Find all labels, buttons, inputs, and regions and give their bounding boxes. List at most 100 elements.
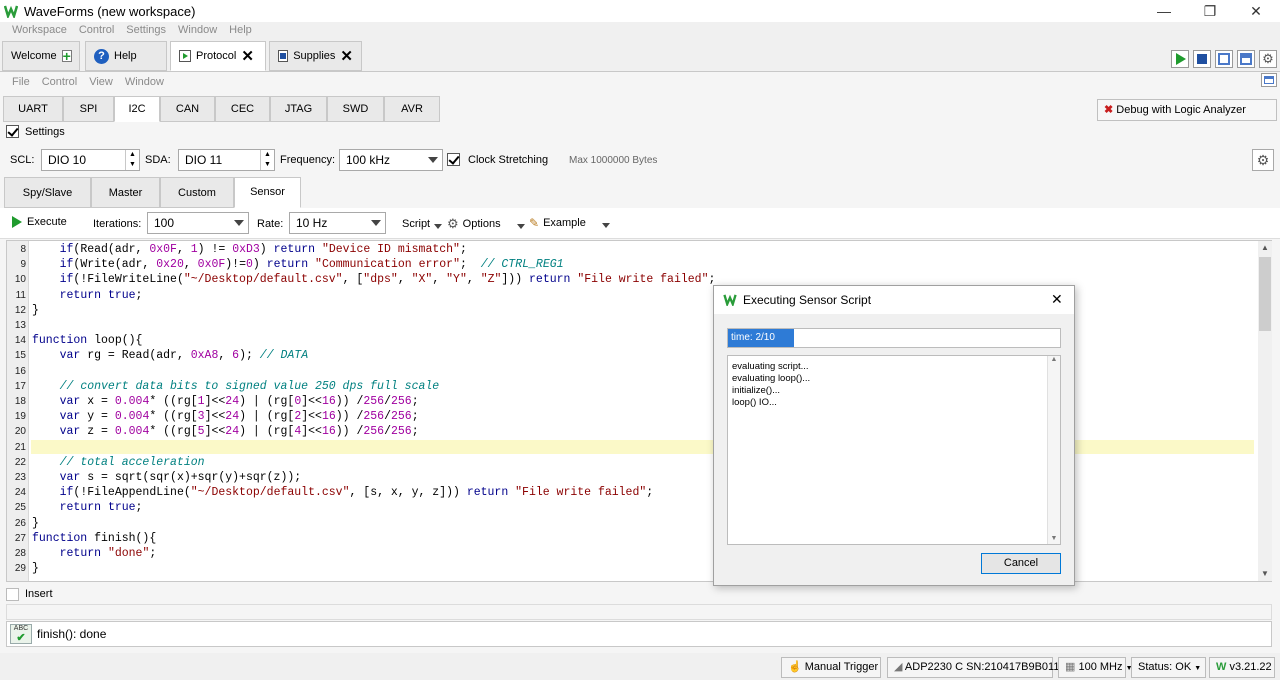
debug-logic-analyzer-button[interactable]: ✖ Debug with Logic Analyzer [1097, 99, 1277, 121]
cascade-button[interactable] [1215, 50, 1233, 68]
menu-workspace[interactable]: Workspace [6, 24, 73, 36]
scl-select[interactable]: DIO 10 ▲ ▼ [41, 149, 140, 171]
menu-control[interactable]: Control [36, 76, 83, 88]
tab-help[interactable]: ? Help [85, 41, 167, 71]
menu-file[interactable]: File [6, 76, 36, 88]
tab-cec[interactable]: CEC [215, 96, 270, 122]
tab-master[interactable]: Master [91, 177, 160, 208]
sda-spinner[interactable]: ▲ ▼ [260, 150, 274, 170]
scroll-up-icon[interactable]: ▲ [1048, 356, 1060, 363]
workspace-settings-button[interactable]: ⚙ [1259, 50, 1277, 68]
script-editor[interactable]: 8 if(Read(adr, 0x0F, 1) != 0xD3) return … [6, 240, 1272, 582]
device-settings-button[interactable]: ⚙ [1252, 149, 1274, 171]
close-tab-icon[interactable]: ✕ [241, 49, 254, 64]
insert-checkbox[interactable] [6, 587, 19, 601]
tab-custom[interactable]: Custom [160, 177, 234, 208]
menu-help[interactable]: Help [223, 24, 258, 36]
chevron-down-icon [434, 223, 443, 229]
code-line[interactable]: 9 if(Write(adr, 0x20, 0x0F)!=0) return "… [7, 257, 1254, 272]
tab-welcome[interactable]: Welcome + [2, 41, 80, 71]
rate-label: Rate: [257, 218, 284, 230]
plus-icon[interactable]: + [61, 49, 72, 63]
run-all-button[interactable] [1171, 50, 1189, 68]
dock-button[interactable] [1261, 73, 1277, 87]
iterations-dropdown[interactable]: 100 [147, 212, 249, 234]
sensor-toolbar: Execute Iterations: 100 Rate: 10 Hz Scri… [0, 208, 1280, 239]
scroll-thumb[interactable] [1259, 257, 1271, 331]
stop-all-button[interactable] [1193, 50, 1211, 68]
rate-dropdown[interactable]: 10 Hz [289, 212, 386, 234]
restore-button[interactable]: ❐ [1187, 0, 1233, 22]
scroll-down-icon[interactable]: ▼ [1048, 535, 1060, 542]
log-line: evaluating script... [732, 361, 809, 372]
cancel-button[interactable]: Cancel [981, 553, 1061, 574]
rate-value: 10 Hz [296, 216, 328, 230]
device-label: ADP2230 C SN:210417B9B011 [904, 661, 1060, 673]
line-number: 10 [14, 274, 26, 286]
tab-can[interactable]: CAN [160, 96, 215, 122]
tile-button[interactable] [1237, 50, 1255, 68]
waveforms-logo-icon: W [1216, 661, 1227, 673]
tab-uart[interactable]: UART [3, 96, 63, 122]
scroll-down-icon[interactable]: ▼ [1258, 567, 1272, 581]
version-button[interactable]: W v3.21.22 [1209, 657, 1275, 678]
clock-selector[interactable]: ▦ 100 MHz ▼ [1058, 657, 1133, 678]
line-number: 8 [20, 244, 26, 255]
status-indicator[interactable]: Status: OK ▼ [1131, 657, 1206, 678]
line-number: 27 [14, 532, 26, 544]
settings-label: Settings [25, 125, 65, 138]
info-strip [6, 604, 1272, 620]
tab-supplies[interactable]: Supplies ✕ [269, 41, 362, 71]
device-selector[interactable]: ◢ ADP2230 C SN:210417B9B011 [887, 657, 1059, 678]
menu-window[interactable]: Window [119, 76, 170, 88]
sda-select[interactable]: DIO 11 ▲ ▼ [178, 149, 275, 171]
close-tab-icon[interactable]: ✕ [340, 49, 353, 64]
menu-control[interactable]: Control [73, 24, 120, 36]
status-message: finish(): done [37, 627, 107, 641]
code-line[interactable]: 8 if(Read(adr, 0x0F, 1) != 0xD3) return … [7, 242, 1254, 257]
supplies-icon [278, 50, 289, 62]
gear-icon: ⚙ [447, 216, 459, 231]
code-text: var y = 0.004* ((rg[3]<<24) | (rg[2]<<16… [59, 410, 419, 424]
window-icon [1264, 76, 1274, 84]
max-bytes-label: Max 1000000 Bytes [569, 155, 658, 166]
spellcheck-icon[interactable]: ABC ✔ [10, 624, 32, 644]
tab-protocol-label: Protocol [196, 50, 237, 62]
manual-trigger-button[interactable]: ☝ Manual Trigger [781, 657, 881, 678]
line-number: 15 [14, 350, 26, 362]
tab-i2c[interactable]: I2C [114, 96, 160, 122]
hand-icon: ☝ [788, 661, 802, 673]
vertical-scrollbar[interactable]: ▲ ▼ [1258, 241, 1272, 581]
minimize-button[interactable]: — [1141, 0, 1187, 22]
example-menu-button[interactable]: ✎ Example [529, 216, 610, 230]
tab-spy-slave[interactable]: Spy/Slave [4, 177, 91, 208]
frequency-dropdown[interactable]: 100 kHz [339, 149, 443, 171]
scroll-up-icon[interactable]: ▲ [1258, 241, 1272, 255]
dialog-close-icon[interactable]: ✕ [1051, 291, 1063, 308]
tab-sensor[interactable]: Sensor [234, 177, 301, 208]
line-number: 14 [14, 335, 26, 347]
tab-swd[interactable]: SWD [327, 96, 384, 122]
dialog-title-bar: Executing Sensor Script ✕ [714, 286, 1074, 314]
menu-settings[interactable]: Settings [120, 24, 172, 36]
script-menu-button[interactable]: Script [402, 218, 443, 230]
menu-view[interactable]: View [83, 76, 119, 88]
tab-jtag[interactable]: JTAG [270, 96, 327, 122]
log-scrollbar[interactable]: ▲ ▼ [1047, 356, 1060, 544]
code-text: function loop(){ [32, 334, 143, 348]
device-icon: ◢ [894, 661, 903, 673]
execute-button[interactable]: Execute [12, 216, 67, 228]
chevron-down-icon [371, 220, 381, 226]
tab-avr[interactable]: AVR [384, 96, 440, 122]
script-status-box: ABC ✔ finish(): done [6, 621, 1272, 647]
close-button[interactable]: ✕ [1233, 0, 1279, 22]
menu-window[interactable]: Window [172, 24, 223, 36]
clock-stretching-checkbox[interactable] [447, 153, 460, 166]
settings-checkbox[interactable] [6, 125, 19, 138]
frequency-value: 100 kHz [346, 153, 391, 167]
tab-spi[interactable]: SPI [63, 96, 114, 122]
play-icon [1176, 53, 1186, 65]
options-menu-button[interactable]: ⚙ Options [447, 216, 525, 232]
tab-protocol[interactable]: Protocol ✕ [170, 41, 266, 71]
scl-spinner[interactable]: ▲ ▼ [125, 150, 139, 170]
